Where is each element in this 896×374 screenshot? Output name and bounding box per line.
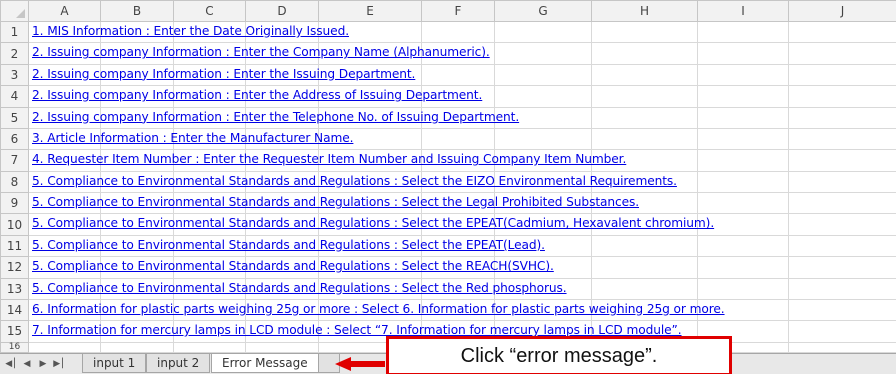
error-link[interactable]: 5. Compliance to Environmental Standards… [32, 259, 554, 273]
cell-a9[interactable]: 5. Compliance to Environmental Standards… [28, 191, 639, 215]
row-header[interactable]: 4 [0, 85, 29, 108]
prev-sheet-icon[interactable]: ◀ [20, 357, 34, 371]
row-header[interactable]: 6 [0, 127, 29, 151]
cell-a12[interactable]: 5. Compliance to Environmental Standards… [28, 256, 554, 279]
cell-a10[interactable]: 5. Compliance to Environmental Standards… [28, 213, 714, 236]
table-row: 10 5. Compliance to Environmental Standar… [0, 213, 896, 236]
error-link[interactable]: 5. Compliance to Environmental Standards… [32, 238, 545, 252]
cell-a15[interactable]: 7. Information for mercury lamps in LCD … [28, 320, 682, 343]
sheet-tab-error-message[interactable]: Error Message [211, 354, 319, 373]
cell-a6[interactable]: 3. Article Information : Enter the Manuf… [28, 127, 353, 151]
row-header[interactable]: 15 [0, 320, 29, 343]
column-header[interactable]: J [788, 0, 896, 22]
column-header[interactable]: E [318, 0, 422, 22]
row-header[interactable]: 9 [0, 191, 29, 215]
next-sheet-icon[interactable]: ▶ [36, 357, 50, 371]
error-link[interactable]: 3. Article Information : Enter the Manuf… [32, 131, 353, 145]
column-header[interactable]: A [28, 0, 101, 22]
first-sheet-icon[interactable]: ◀⎮ [4, 357, 18, 371]
table-row: 5 2. Issuing company Information : Enter … [0, 106, 896, 129]
cell-a5[interactable]: 2. Issuing company Information : Enter t… [28, 106, 519, 129]
row-header[interactable]: 16 [0, 341, 29, 354]
row-header[interactable]: 13 [0, 277, 29, 300]
column-header[interactable]: C [173, 0, 246, 22]
table-row: 3 2. Issuing company Information : Enter … [0, 63, 896, 87]
table-row: 8 5. Compliance to Environmental Standard… [0, 170, 896, 194]
error-link[interactable]: 5. Compliance to Environmental Standards… [32, 281, 567, 295]
column-header[interactable]: G [494, 0, 592, 22]
table-row: 12 5. Compliance to Environmental Standar… [0, 256, 896, 279]
row-header[interactable]: 11 [0, 234, 29, 258]
table-row: 2 2. Issuing company Information : Enter … [0, 42, 896, 65]
table-row: 1 1. MIS Information : Enter the Date Ori… [0, 20, 896, 44]
sheet-navigation: ◀⎮ ◀ ▶ ▶⎮ [4, 357, 66, 371]
error-link[interactable]: 2. Issuing company Information : Enter t… [32, 88, 482, 102]
row-header[interactable]: 3 [0, 63, 29, 87]
sheet-tab-input-2[interactable]: input 2 [146, 354, 211, 373]
row-header[interactable]: 1 [0, 20, 29, 44]
row-header[interactable]: 8 [0, 170, 29, 194]
cell-a4[interactable]: 2. Issuing company Information : Enter t… [28, 85, 482, 108]
error-link[interactable]: 2. Issuing company Information : Enter t… [32, 67, 415, 81]
cell-a3[interactable]: 2. Issuing company Information : Enter t… [28, 63, 415, 87]
cell-a14[interactable]: 6. Information for plastic parts weighin… [28, 298, 725, 322]
cell-a11[interactable]: 5. Compliance to Environmental Standards… [28, 234, 545, 258]
table-row: 14 6. Information for plastic parts weigh… [0, 298, 896, 322]
column-header[interactable]: F [421, 0, 495, 22]
table-row: 4 2. Issuing company Information : Enter … [0, 85, 896, 108]
row-header[interactable]: 5 [0, 106, 29, 129]
table-row: 11 5. Compliance to Environmental Standar… [0, 234, 896, 258]
row-header[interactable]: 14 [0, 298, 29, 322]
table-row: 13 5. Compliance to Environmental Standar… [0, 277, 896, 300]
error-link[interactable]: 5. Compliance to Environmental Standards… [32, 174, 677, 188]
error-link[interactable]: 6. Information for plastic parts weighin… [32, 302, 725, 316]
row-header[interactable]: 7 [0, 149, 29, 172]
column-header[interactable]: I [697, 0, 789, 22]
instruction-callout: Click “error message”. [386, 336, 732, 374]
last-sheet-icon[interactable]: ▶⎮ [52, 357, 66, 371]
sheet-tab-input-1[interactable]: input 1 [82, 354, 147, 373]
cell-a1[interactable]: 1. MIS Information : Enter the Date Orig… [28, 20, 349, 44]
error-link[interactable]: 2. Issuing company Information : Enter t… [32, 110, 519, 124]
error-link[interactable]: 5. Compliance to Environmental Standards… [32, 195, 639, 209]
row-header[interactable]: 2 [0, 42, 29, 65]
row-header[interactable]: 10 [0, 213, 29, 236]
table-row: 6 3. Article Information : Enter the Manu… [0, 127, 896, 151]
column-header[interactable]: B [100, 0, 174, 22]
cell-a8[interactable]: 5. Compliance to Environmental Standards… [28, 170, 677, 194]
cell-a2[interactable]: 2. Issuing company Information : Enter t… [28, 42, 490, 65]
table-row: 7 4. Requester Item Number : Enter the Re… [0, 149, 896, 172]
cell-a16[interactable] [28, 341, 101, 354]
cell-a13[interactable]: 5. Compliance to Environmental Standards… [28, 277, 567, 300]
pointer-arrow-icon [335, 357, 385, 371]
error-link[interactable]: 2. Issuing company Information : Enter t… [32, 45, 490, 59]
column-header[interactable]: D [245, 0, 319, 22]
error-link[interactable]: 1. MIS Information : Enter the Date Orig… [32, 24, 349, 38]
table-row: 9 5. Compliance to Environmental Standard… [0, 191, 896, 215]
row-header[interactable]: 12 [0, 256, 29, 279]
select-all-corner[interactable] [0, 0, 29, 22]
spreadsheet-grid[interactable]: A B C D E F G H I J 1 1. MIS Information … [0, 0, 896, 354]
column-header[interactable]: H [591, 0, 698, 22]
callout-text: Click “error message”. [460, 345, 658, 367]
error-link[interactable]: 4. Requester Item Number : Enter the Req… [32, 152, 626, 166]
error-link[interactable]: 5. Compliance to Environmental Standards… [32, 216, 714, 230]
cell-a7[interactable]: 4. Requester Item Number : Enter the Req… [28, 149, 626, 172]
